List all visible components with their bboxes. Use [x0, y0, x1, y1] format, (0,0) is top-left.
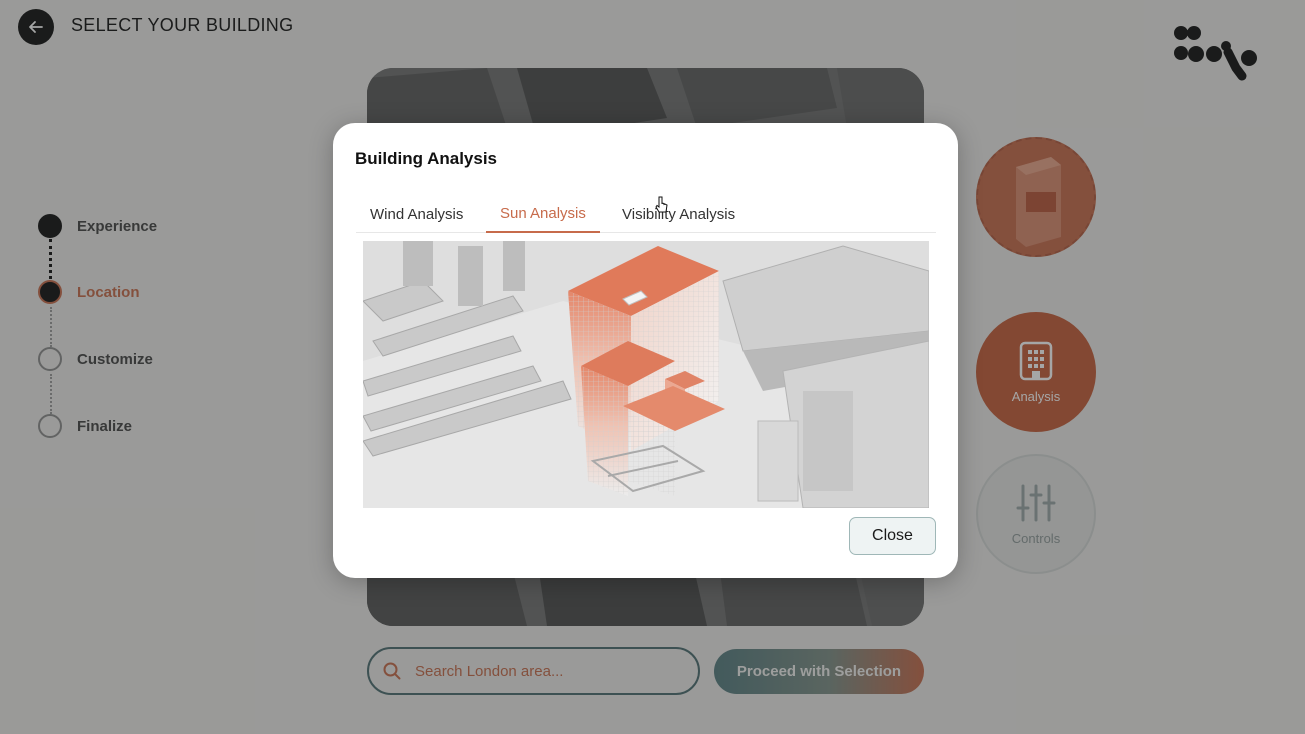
tab-wind-analysis[interactable]: Wind Analysis — [356, 195, 477, 233]
sun-analysis-visual — [363, 241, 929, 508]
modal-title: Building Analysis — [355, 149, 498, 168]
mouse-cursor-icon — [655, 196, 668, 213]
building-analysis-modal: Building Analysis Wind Analysis Sun Anal… — [333, 123, 958, 578]
close-button[interactable]: Close — [849, 517, 936, 555]
analysis-tabs: Wind Analysis Sun Analysis Visibility An… — [356, 195, 936, 233]
sun-analysis-render[interactable] — [363, 241, 929, 508]
tab-sun-analysis[interactable]: Sun Analysis — [486, 195, 600, 233]
tab-visibility-analysis[interactable]: Visibility Analysis — [608, 195, 749, 233]
